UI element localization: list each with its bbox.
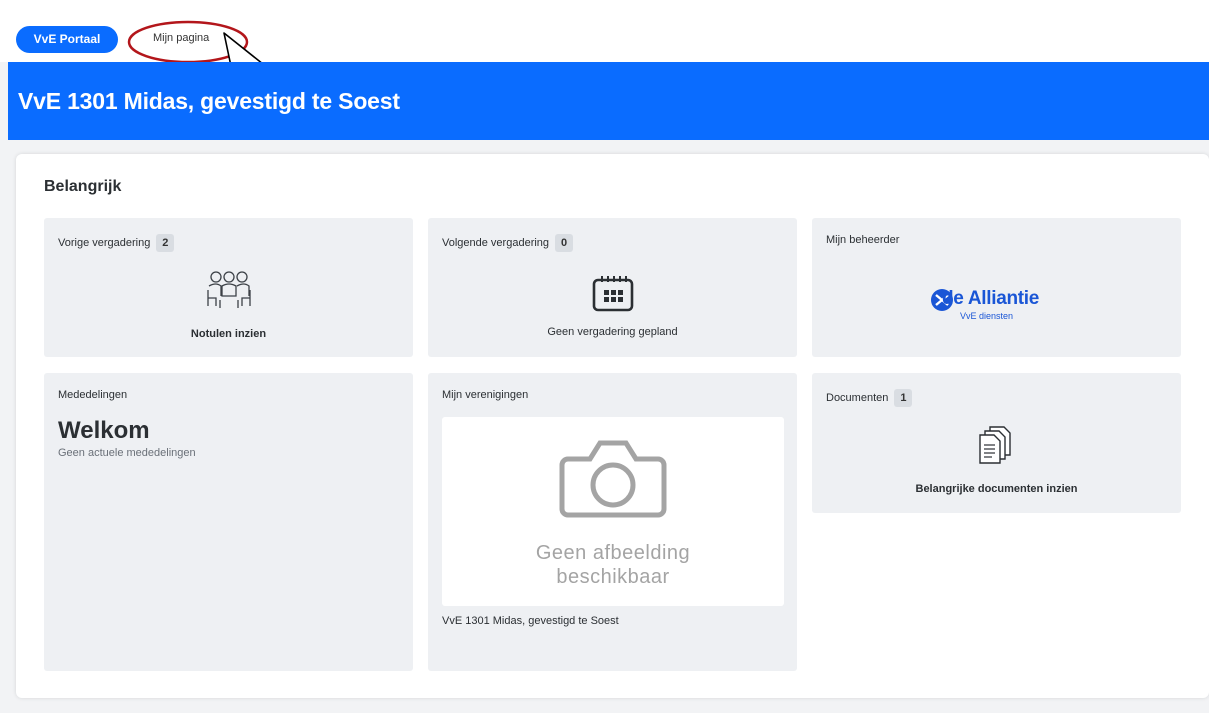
top-navigation: VvE Portaal Mijn pagina	[0, 0, 1209, 62]
next-meeting-card[interactable]: Volgende vergadering 0 Geen vergadering …	[428, 218, 797, 357]
announcements-card[interactable]: Mededelingen Welkom Geen actuele mededel…	[44, 373, 413, 671]
count-badge: 2	[156, 234, 175, 252]
count-badge: 0	[555, 234, 574, 252]
card-label: Vorige vergadering	[58, 237, 151, 249]
announcement-status: Geen actuele mededelingen	[58, 447, 196, 459]
calendar-icon	[592, 276, 634, 312]
card-label: Mededelingen	[58, 389, 128, 401]
vve-portaal-button[interactable]: VvE Portaal	[16, 26, 118, 53]
card-header: Mijn beheerder	[826, 234, 899, 246]
announcement-headline: Welkom	[58, 417, 150, 444]
documents-icon	[979, 426, 1011, 464]
page-banner: VvE 1301 Midas, gevestigd te Soest	[8, 62, 1209, 140]
card-header: Documenten 1	[826, 389, 913, 407]
camera-icon	[559, 440, 667, 518]
associations-card[interactable]: Mijn verenigingen Geen afbeelding beschi…	[428, 373, 797, 671]
logo-name: de Alliantie	[942, 288, 1040, 309]
mijn-pagina-link[interactable]: Mijn pagina	[153, 32, 209, 44]
no-image-line2: beschikbaar	[556, 566, 670, 588]
section-title: Belangrijk	[44, 178, 122, 195]
logo-subtitle: VvE diensten	[960, 311, 1014, 321]
card-header: Mededelingen	[58, 389, 127, 401]
card-header: Mijn verenigingen	[442, 389, 528, 401]
card-label: Volgende vergadering	[442, 237, 550, 249]
card-label: Mijn verenigingen	[442, 389, 529, 401]
card-header: Volgende vergadering 0	[442, 234, 574, 252]
manager-card[interactable]: Mijn beheerder de Alliantie VvE diensten	[812, 218, 1181, 357]
documents-card[interactable]: Documenten 1 Belangrijke documenten inzi…	[812, 373, 1181, 513]
card-label: Documenten	[826, 392, 889, 404]
card-label: Mijn beheerder	[826, 234, 900, 246]
no-meeting-status: Geen vergadering gepland	[547, 326, 678, 338]
association-image-placeholder[interactable]: Geen afbeelding beschikbaar	[442, 417, 784, 606]
association-name: VvE 1301 Midas, gevestigd te Soest	[442, 615, 619, 627]
view-documents-link[interactable]: Belangrijke documenten inzien	[812, 483, 1181, 495]
people-meeting-icon	[207, 271, 251, 308]
view-minutes-link[interactable]: Notulen inzien	[44, 328, 413, 340]
count-badge: 1	[894, 389, 913, 407]
card-header: Vorige vergadering 2	[58, 234, 175, 252]
page-title: VvE 1301 Midas, gevestigd te Soest	[18, 88, 400, 114]
important-panel: Belangrijk Vorige vergadering 2 Notulen …	[16, 154, 1209, 698]
previous-meeting-card[interactable]: Vorige vergadering 2 Notulen inzien	[44, 218, 413, 357]
no-image-line1: Geen afbeelding	[535, 542, 691, 564]
